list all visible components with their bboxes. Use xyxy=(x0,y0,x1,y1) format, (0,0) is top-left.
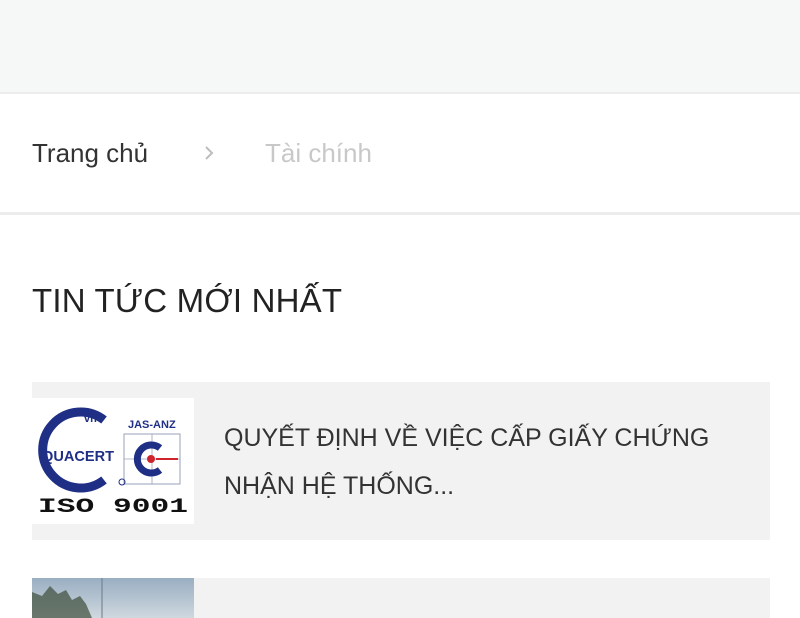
section-title: TIN TỨC MỚI NHẤT xyxy=(32,282,343,319)
top-header-bar xyxy=(0,0,800,94)
logo-iso-text: ISO 9001 xyxy=(38,496,188,519)
breadcrumb-current: Tài chính xyxy=(265,138,372,168)
chevron-right-icon xyxy=(205,146,214,160)
news-thumbnail[interactable] xyxy=(32,578,194,618)
news-thumbnail[interactable]: vn QUACERT JAS-ANZ ISO 9001 xyxy=(32,398,194,524)
news-item[interactable]: vn QUACERT JAS-ANZ ISO 9001 QUYẾT ĐỊNH V… xyxy=(32,382,770,540)
breadcrumb: Trang chủ Tài chính xyxy=(0,94,800,215)
news-title-link[interactable]: QUYẾT ĐỊNH VỀ VIỆC CẤP GIẤY CHỨNG NHẬN H… xyxy=(224,414,744,510)
logo-jasanz-text: JAS-ANZ xyxy=(128,419,176,431)
quacert-iso-logo: vn QUACERT JAS-ANZ ISO 9001 xyxy=(32,398,194,524)
breadcrumb-home-link[interactable]: Trang chủ xyxy=(32,138,148,169)
logo-quacert-text: QUACERT xyxy=(42,448,114,465)
logo-vn-text: vn xyxy=(84,413,97,425)
photo-thumbnail-image xyxy=(32,578,103,618)
news-item[interactable] xyxy=(32,578,770,618)
